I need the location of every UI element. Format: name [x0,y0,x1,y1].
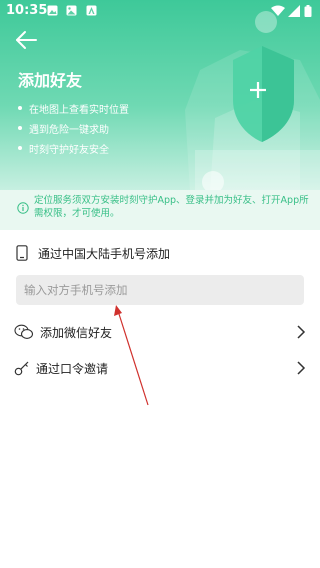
add-wechat-friend-row[interactable]: 添加微信好友 [14,319,306,345]
image-icon [66,5,77,16]
gallery-icon [47,5,58,16]
phone-section-label: 通过中国大陆手机号添加 [38,246,171,261]
a-icon [86,5,97,16]
feature-text: 时刻守护好友安全 [29,144,109,156]
feature-item: 在地图上查看实时位置 [18,98,129,118]
chevron-right-icon [297,325,306,339]
shield-illustration [185,11,320,192]
key-icon [14,361,29,376]
feature-item: 遇到危险一键求助 [18,118,129,138]
back-arrow-icon[interactable] [12,28,40,52]
page-title: 添加好友 [18,71,83,90]
header-banner: 10:35 添加好友 在地图上查看实时位置 遇到危险一键求助 时刻守护好友安全 [0,0,320,192]
invite-by-code-label: 通过口令邀请 [36,361,109,376]
phone-icon [16,245,28,261]
invite-by-code-row[interactable]: 通过口令邀请 [14,355,306,381]
feature-text: 在地图上查看实时位置 [29,104,129,116]
info-icon [17,202,29,214]
feature-text: 遇到危险一键求助 [29,124,109,136]
chevron-right-icon [297,361,306,375]
signal-icon [288,5,300,17]
bullet-dot [18,146,22,150]
battery-icon [304,5,312,17]
bullet-dot [18,106,22,110]
notice-text: 定位服务须双方安装时刻守护App、登录并加为好友、打开App所需权限，才可使用。 [34,195,309,219]
status-time: 10:35 [6,3,48,18]
wifi-icon [271,5,285,16]
notice-banner: 定位服务须双方安装时刻守护App、登录并加为好友、打开App所需权限，才可使用。 [0,190,320,230]
feature-list: 在地图上查看实时位置 遇到危险一键求助 时刻守护好友安全 [18,98,129,158]
phone-section-header: 通过中国大陆手机号添加 [16,243,306,263]
status-bar: 10:35 [0,0,320,22]
wechat-icon [14,324,34,339]
feature-item: 时刻守护好友安全 [18,138,129,158]
phone-number-input[interactable] [16,275,304,305]
add-wechat-friend-label: 添加微信好友 [40,325,113,340]
bullet-dot [18,126,22,130]
